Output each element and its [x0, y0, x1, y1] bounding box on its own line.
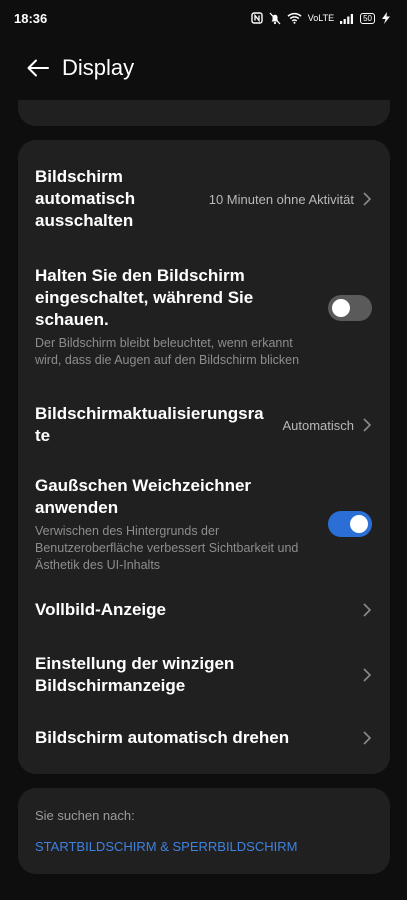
battery-icon: 50 [360, 12, 375, 24]
toggle-knob [332, 299, 350, 317]
chevron-right-icon [363, 668, 372, 682]
nfc-icon [251, 12, 263, 24]
auto-rotate-title: Bildschirm automatisch drehen [35, 728, 290, 747]
screen-off-text: Bildschirm automatisch ausschalten [35, 166, 209, 232]
tiny-screen-row[interactable]: Einstellung der winzigen Bildschirmanzei… [18, 652, 390, 698]
blur-row[interactable]: Gaußschen Weichzeichner anwenden Verwisc… [18, 474, 390, 574]
back-button[interactable] [16, 46, 60, 90]
status-icons: VoLTE 50 [251, 12, 391, 25]
previous-card-stub [18, 100, 390, 126]
keep-screen-on-subtitle: Der Bildschirm bleibt beleuchtet, wenn e… [35, 336, 300, 367]
wifi-icon [287, 12, 302, 24]
mute-bell-icon [269, 12, 281, 25]
auto-rotate-text: Bildschirm automatisch drehen [35, 727, 362, 749]
tiny-screen-text: Einstellung der winzigen Bildschirmanzei… [35, 653, 362, 697]
search-link[interactable]: STARTBILDSCHIRM & SPERRBILDSCHIRM [35, 839, 297, 854]
keep-screen-on-row[interactable]: Halten Sie den Bildschirm eingeschaltet,… [18, 262, 390, 372]
signal-icon [340, 13, 354, 24]
auto-rotate-row[interactable]: Bildschirm automatisch drehen [18, 723, 390, 753]
fullscreen-row[interactable]: Vollbild-Anzeige [18, 595, 390, 625]
chevron-right-icon [363, 418, 372, 432]
fullscreen-title: Vollbild-Anzeige [35, 600, 166, 619]
keep-screen-on-toggle[interactable] [328, 295, 372, 321]
blur-title: Gaußschen Weichzeichner anwenden [35, 475, 252, 517]
refresh-rate-row[interactable]: Bildschirmaktualisierungsrate Automatisc… [18, 403, 390, 447]
screen-off-value: 10 Minuten ohne Aktivität [208, 191, 354, 207]
search-suggestion-card: Sie suchen nach: STARTBILDSCHIRM & SPERR… [18, 788, 390, 874]
fullscreen-text: Vollbild-Anzeige [35, 599, 362, 621]
blur-text: Gaußschen Weichzeichner anwenden Verwisc… [35, 475, 318, 574]
status-bar: 18:36 VoLTE 50 [0, 0, 407, 36]
display-settings-card: Bildschirm automatisch ausschalten 10 Mi… [18, 140, 390, 774]
blur-toggle[interactable] [328, 511, 372, 537]
arrow-left-icon [27, 59, 49, 77]
chevron-right-icon [363, 603, 372, 617]
chevron-right-icon [363, 192, 372, 206]
header: Display [0, 46, 407, 90]
volte-label: VoLTE [307, 13, 335, 23]
charging-icon [381, 12, 391, 24]
keep-screen-on-title: Halten Sie den Bildschirm eingeschaltet,… [35, 266, 254, 329]
toggle-knob [350, 515, 368, 533]
refresh-rate-value: Automatisch [282, 417, 354, 433]
screen-off-title: Bildschirm automatisch ausschalten [35, 167, 136, 230]
blur-subtitle: Verwischen des Hintergrunds der Benutzer… [35, 523, 299, 572]
page-title: Display [62, 55, 135, 80]
refresh-rate-text: Bildschirmaktualisierungsrate [35, 403, 282, 447]
status-time: 18:36 [14, 10, 48, 26]
chevron-right-icon [363, 731, 372, 745]
search-label: Sie suchen nach: [35, 808, 135, 823]
screen-off-row[interactable]: Bildschirm automatisch ausschalten 10 Mi… [18, 166, 390, 232]
keep-screen-on-text: Halten Sie den Bildschirm eingeschaltet,… [35, 265, 318, 369]
tiny-screen-title: Einstellung der winzigen Bildschirmanzei… [35, 654, 235, 695]
refresh-rate-title: Bildschirmaktualisierungsrate [35, 404, 264, 445]
